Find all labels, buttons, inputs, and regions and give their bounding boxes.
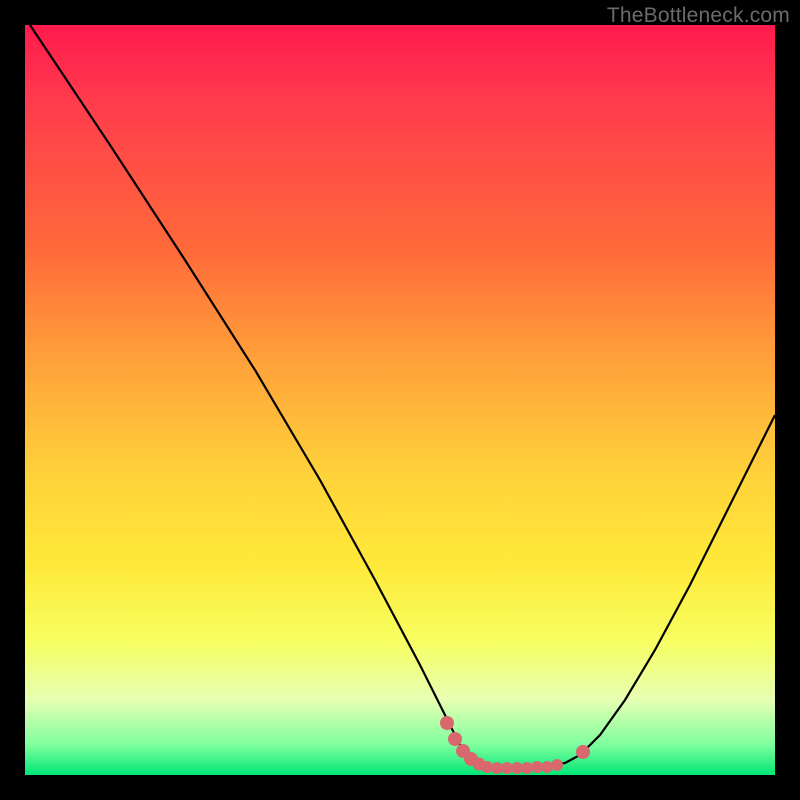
bottleneck-curve (30, 25, 775, 767)
chart-frame: TheBottleneck.com (0, 0, 800, 800)
marker-band (440, 716, 590, 774)
watermark-text: TheBottleneck.com (607, 4, 790, 28)
plot-area (25, 25, 775, 775)
curve-layer (25, 25, 775, 775)
